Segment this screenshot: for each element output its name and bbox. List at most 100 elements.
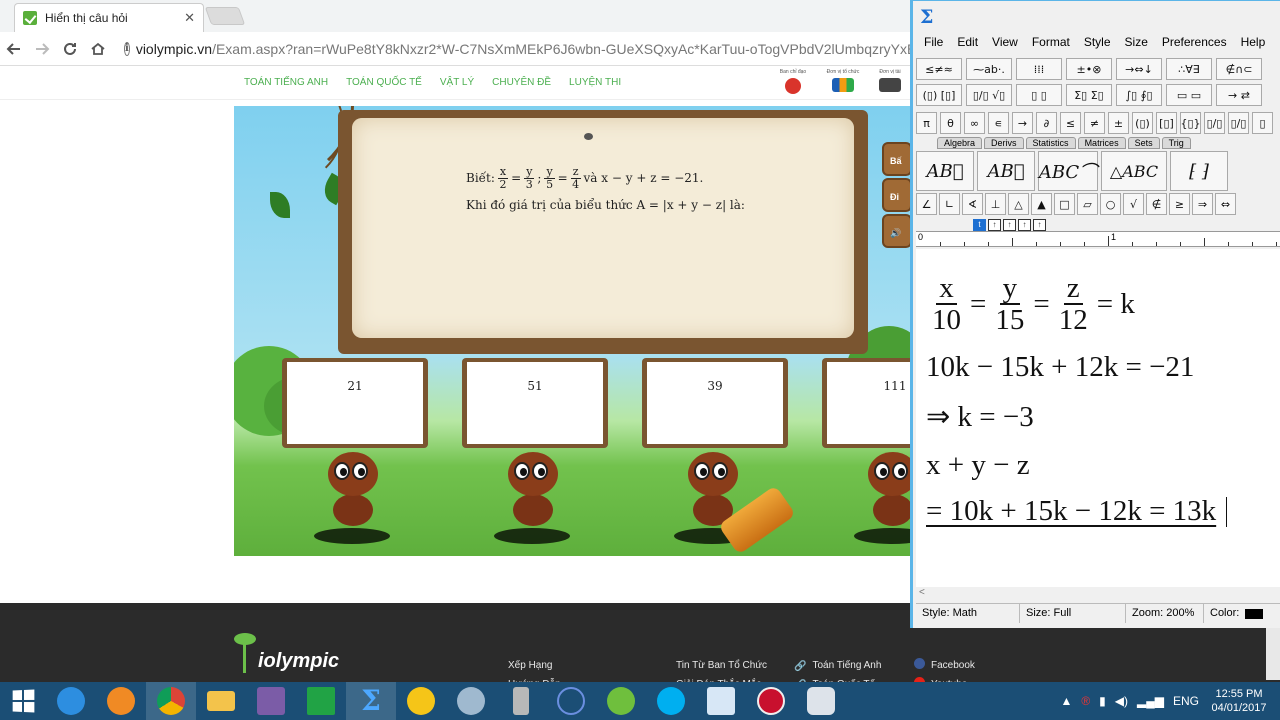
tabstop-right[interactable]: ↑ bbox=[1003, 219, 1016, 231]
browser-tab[interactable]: Hiển thị câu hỏi ✕ bbox=[14, 3, 204, 32]
tab-matrices[interactable]: Matrices bbox=[1077, 137, 1126, 149]
network-icon[interactable]: ▮ bbox=[1099, 694, 1106, 708]
palette-arrows[interactable]: →⇔↓ bbox=[1116, 58, 1162, 80]
store-taskbar-button[interactable] bbox=[296, 682, 346, 720]
stop-side-button[interactable]: Đi bbox=[882, 178, 910, 212]
site-info-icon[interactable]: i bbox=[124, 41, 130, 56]
tab-statistics[interactable]: Statistics bbox=[1025, 137, 1076, 149]
nav-link-toan-tieng-anh[interactable]: TOÁN TIẾNG ANH bbox=[244, 77, 328, 88]
visual-studio-taskbar-button[interactable] bbox=[246, 682, 296, 720]
palette-relations[interactable]: ≤≠≈ bbox=[916, 58, 962, 80]
clock[interactable]: 12:55 PM 04/01/2017 bbox=[1208, 687, 1270, 715]
menu-style[interactable]: Style bbox=[1076, 35, 1117, 49]
symbol-infinity[interactable]: ∞ bbox=[964, 112, 985, 134]
symbol-leq[interactable]: ≤ bbox=[1060, 112, 1081, 134]
tabstop-decimal[interactable]: ↑ bbox=[1033, 219, 1046, 231]
mathtype-taskbar-button[interactable]: Σ bbox=[346, 682, 396, 720]
symbol-partial[interactable]: ∂ bbox=[1036, 112, 1057, 134]
app-taskbar-button[interactable] bbox=[696, 682, 746, 720]
answer-card-3[interactable]: 39 bbox=[642, 358, 788, 448]
symbol-theta[interactable]: θ bbox=[940, 112, 961, 134]
template-triangle-abc[interactable]: △ABC bbox=[1101, 151, 1167, 191]
tab-algebra[interactable]: Algebra bbox=[937, 137, 983, 149]
ie-taskbar-button[interactable] bbox=[46, 682, 96, 720]
mathtype-titlebar[interactable]: Σ bbox=[913, 1, 1280, 32]
symbol-right-angle[interactable]: ∟ bbox=[939, 193, 960, 215]
menu-help[interactable]: Help bbox=[1233, 35, 1272, 49]
palette-logic[interactable]: ∴∀∃ bbox=[1166, 58, 1212, 80]
equation-editor-canvas[interactable]: x 10 = y 15 = z 12 = k 10k − 15k + 12k = −2… bbox=[916, 249, 1280, 587]
symbol-not-element[interactable]: ∉ bbox=[1146, 193, 1167, 215]
uc-browser-taskbar-button[interactable] bbox=[96, 682, 146, 720]
skype-taskbar-button[interactable] bbox=[646, 682, 696, 720]
palette-embellishments[interactable]: ⁞⁞⁞ bbox=[1016, 58, 1062, 80]
explorer-taskbar-button[interactable] bbox=[196, 682, 246, 720]
reload-icon[interactable] bbox=[56, 35, 84, 63]
status-zoom[interactable]: Zoom: 200% bbox=[1126, 604, 1204, 623]
answer-card-1[interactable]: 21 bbox=[282, 358, 428, 448]
palette-integrals[interactable]: ∫▯ ∮▯ bbox=[1116, 84, 1162, 106]
symbol-pi[interactable]: π bbox=[916, 112, 937, 134]
symbol-square[interactable]: □ bbox=[1054, 193, 1075, 215]
app-taskbar-button[interactable] bbox=[796, 682, 846, 720]
ruler[interactable]: 0 1 bbox=[916, 231, 1280, 247]
template-fraction[interactable]: ▯/▯ bbox=[1204, 112, 1225, 134]
template-ray-ab[interactable]: AB⃗ bbox=[977, 151, 1035, 191]
horizontal-scrollbar[interactable]: < bbox=[916, 587, 1280, 601]
symbol-iff[interactable]: ⇔ bbox=[1215, 193, 1236, 215]
answer-card-4[interactable]: 111 bbox=[822, 358, 910, 448]
chrome-taskbar-button[interactable] bbox=[146, 682, 196, 720]
menu-file[interactable]: File bbox=[916, 35, 949, 49]
symbol-parallelogram[interactable]: ▱ bbox=[1077, 193, 1098, 215]
new-tab-button[interactable] bbox=[204, 7, 246, 25]
tabstop-relation[interactable]: ↑ bbox=[1018, 219, 1031, 231]
app-taskbar-button[interactable] bbox=[596, 682, 646, 720]
palette-fences[interactable]: (▯) [▯] bbox=[916, 84, 962, 106]
palette-bars[interactable]: ▭ ▭ bbox=[1166, 84, 1212, 106]
tabstop-left[interactable]: t bbox=[973, 219, 986, 231]
footer-link-facebook[interactable]: Facebook bbox=[914, 656, 975, 675]
template-parens[interactable]: (▯) bbox=[1132, 112, 1153, 134]
template-superscript[interactable]: ▯ bbox=[1252, 112, 1273, 134]
start-button[interactable] bbox=[0, 682, 46, 720]
recorder-taskbar-button[interactable] bbox=[746, 682, 796, 720]
template-small-fraction[interactable]: ▯/▯ bbox=[1228, 112, 1249, 134]
template-system-brace[interactable]: ⁅ ⁆ bbox=[1170, 151, 1228, 191]
color-swatch[interactable] bbox=[1245, 609, 1264, 619]
symbol-filled-triangle[interactable]: ▲ bbox=[1031, 193, 1052, 215]
symbol-circle[interactable]: ○ bbox=[1100, 193, 1121, 215]
volume-icon[interactable]: ◀) bbox=[1115, 694, 1128, 708]
symbol-geq[interactable]: ≥ bbox=[1169, 193, 1190, 215]
palette-spaces[interactable]: ⁓ab·. bbox=[966, 58, 1012, 80]
app-taskbar-button[interactable] bbox=[496, 682, 546, 720]
app-taskbar-button[interactable] bbox=[546, 682, 596, 720]
symbol-neq[interactable]: ≠ bbox=[1084, 112, 1105, 134]
close-tab-icon[interactable]: ✕ bbox=[184, 10, 195, 26]
footer-link-tin-tu-btc[interactable]: Tin Từ Ban Tổ Chức bbox=[676, 656, 767, 675]
tabstop-center[interactable]: ↑ bbox=[988, 219, 1001, 231]
palette-scripts[interactable]: ▯ ▯ bbox=[1016, 84, 1062, 106]
menu-preferences[interactable]: Preferences bbox=[1154, 35, 1233, 49]
template-sqrt[interactable]: √ bbox=[1123, 193, 1144, 215]
nav-link-luyen-thi[interactable]: LUYỆN THI bbox=[569, 77, 621, 88]
answer-card-2[interactable]: 51 bbox=[462, 358, 608, 448]
nav-link-toan-quoc-te[interactable]: TOÁN QUỐC TẾ bbox=[346, 77, 422, 88]
symbol-triangle[interactable]: △ bbox=[1008, 193, 1029, 215]
app-taskbar-button[interactable] bbox=[446, 682, 496, 720]
symbol-spherical-angle[interactable]: ∢ bbox=[962, 193, 983, 215]
symbol-implies[interactable]: ⇒ bbox=[1192, 193, 1213, 215]
symbol-angle[interactable]: ∠ bbox=[916, 193, 937, 215]
menu-size[interactable]: Size bbox=[1117, 35, 1154, 49]
palette-sums[interactable]: Σ▯ Σ▯ bbox=[1066, 84, 1112, 106]
tray-overflow-icon[interactable]: ▲ bbox=[1060, 694, 1072, 708]
tab-derivs[interactable]: Derivs bbox=[984, 137, 1024, 149]
symbol-perpendicular[interactable]: ⊥ bbox=[985, 193, 1006, 215]
palette-fractions[interactable]: ▯/▯ √▯ bbox=[966, 84, 1012, 106]
symbol-plusminus[interactable]: ± bbox=[1108, 112, 1129, 134]
sound-icon[interactable]: 🔊 bbox=[882, 214, 910, 248]
footer-link-xep-hang[interactable]: Xếp Hạng bbox=[508, 656, 561, 675]
menu-format[interactable]: Format bbox=[1024, 35, 1076, 49]
menu-view[interactable]: View bbox=[984, 35, 1024, 49]
nav-link-chuyen-de[interactable]: CHUYÊN ĐỀ bbox=[492, 77, 551, 88]
menu-edit[interactable]: Edit bbox=[949, 35, 984, 49]
